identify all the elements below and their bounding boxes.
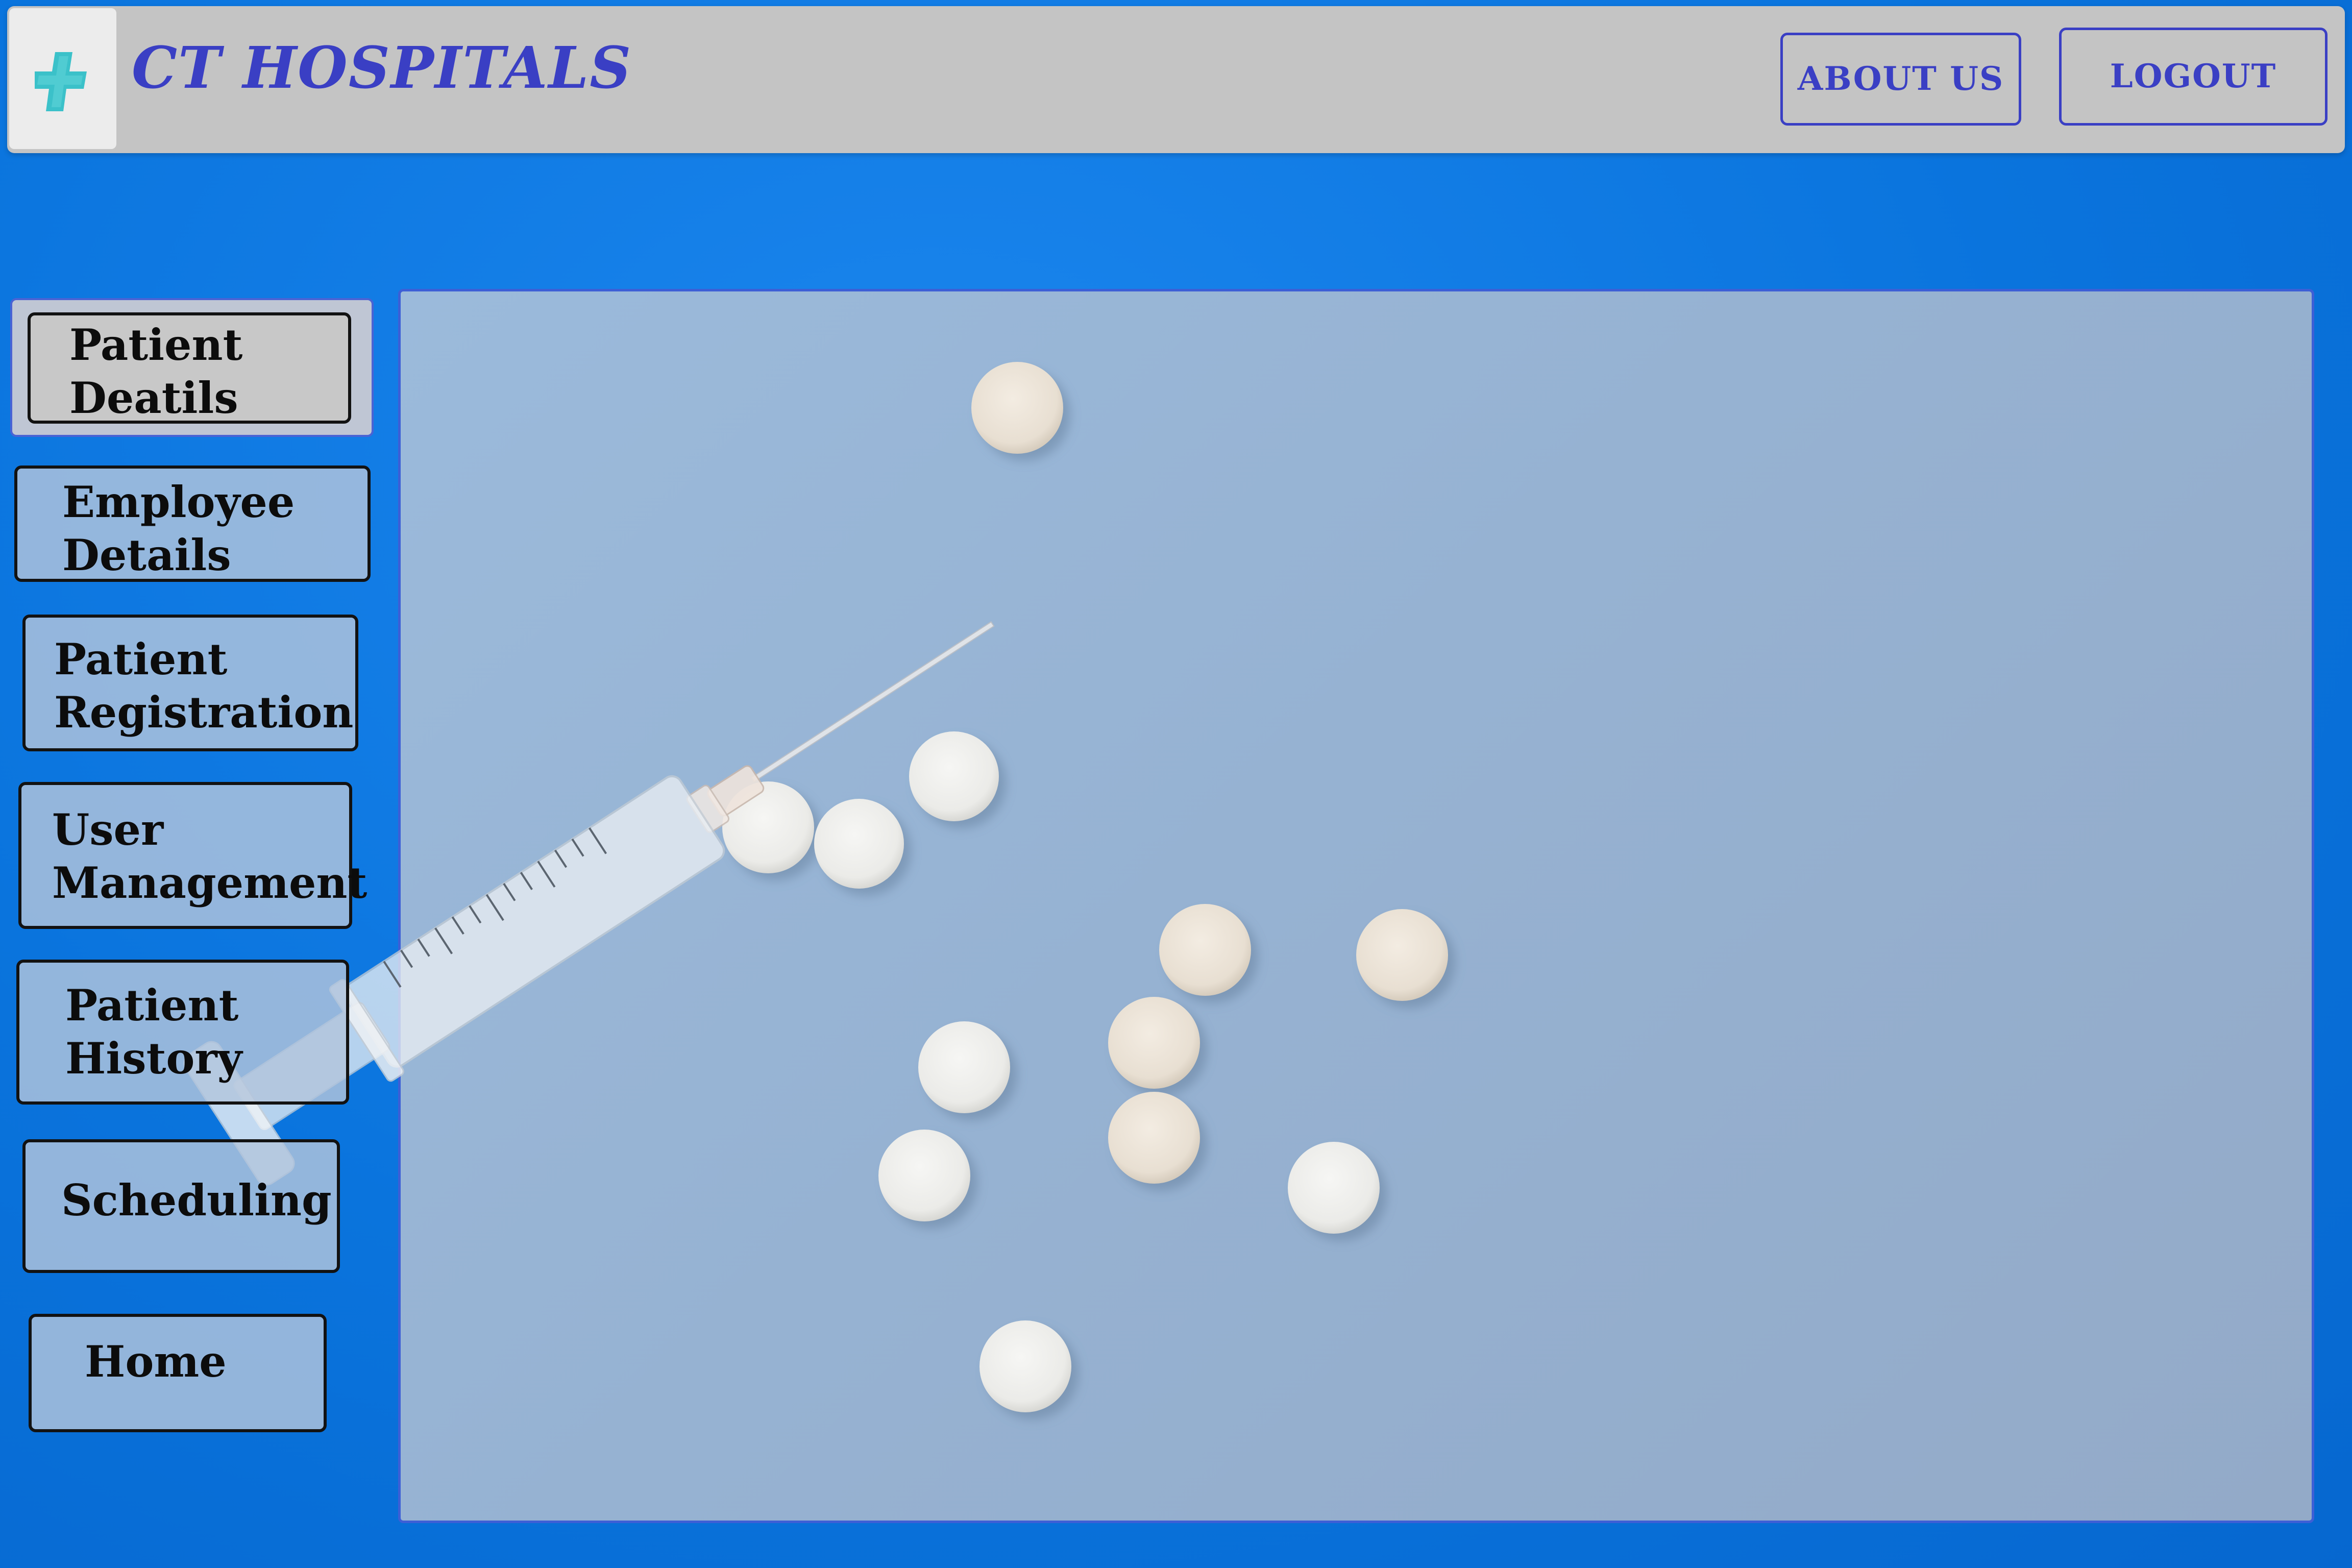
about-us-button[interactable]: ABOUT US — [1780, 33, 2021, 126]
sidebar-item-label: Patient Registration — [54, 634, 354, 738]
medical-cross-icon — [35, 52, 87, 111]
sidebar-item-label: User Management — [52, 804, 368, 908]
sidebar-item-label: Patient Deatils — [69, 320, 243, 423]
app-header: CT HOSPITALS ABOUT US LOGOUT — [7, 6, 2345, 153]
sidebar-item-label: Patient History — [65, 980, 242, 1084]
sidebar-item-scheduling[interactable]: Scheduling — [22, 1139, 340, 1273]
sidebar-item-label: Employee Details — [62, 477, 295, 580]
sidebar-item-label: Home — [85, 1336, 227, 1387]
logout-button[interactable]: LOGOUT — [2059, 28, 2328, 126]
sidebar-item-patient-history[interactable]: Patient History — [16, 960, 349, 1105]
sidebar-item-employee-details[interactable]: Employee Details — [14, 465, 371, 582]
sidebar-item-patient-details[interactable]: Patient Deatils — [28, 312, 351, 424]
hospital-logo — [9, 8, 116, 149]
brand-title: CT HOSPITALS — [132, 35, 632, 102]
pills-image — [722, 362, 1448, 1412]
main-image-panel — [398, 289, 2314, 1523]
sidebar-item-home[interactable]: Home — [29, 1314, 327, 1432]
sidebar-item-user-management[interactable]: User Management — [18, 782, 367, 929]
sidebar-item-label: Scheduling — [61, 1175, 332, 1226]
sidebar-item-patient-registration[interactable]: Patient Registration — [22, 615, 358, 751]
